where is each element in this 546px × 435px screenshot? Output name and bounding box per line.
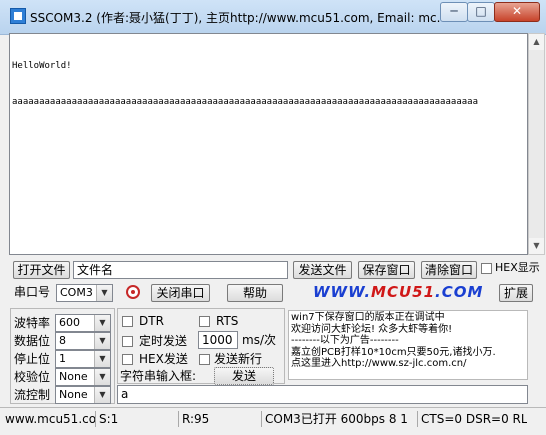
status-received-count: R:95: [178, 411, 261, 427]
window-title: SSCOM3.2 (作者:聂小猛(丁丁), 主页http://www.mcu51…: [30, 11, 440, 25]
send-newline-label: 发送新行: [214, 352, 263, 366]
dtr-label: DTR: [139, 314, 164, 328]
sscom-window: SSCOM3.2 (作者:聂小猛(丁丁), 主页http://www.mcu51…: [0, 0, 546, 435]
flow-control-select[interactable]: None ▼: [55, 386, 111, 404]
close-port-button[interactable]: 关闭串口: [151, 284, 210, 302]
chevron-down-icon[interactable]: ▼: [94, 351, 110, 367]
port-select-value: COM3: [60, 286, 93, 299]
status-site: www.mcu51.cor: [5, 412, 95, 426]
site-logo-brand: MCU51: [371, 283, 436, 301]
interval-unit-label: ms/次: [242, 333, 276, 347]
title-bar[interactable]: SSCOM3.2 (作者:聂小猛(丁丁), 主页http://www.mcu51…: [0, 0, 546, 35]
dtr-checkbox[interactable]: [122, 316, 133, 327]
flow-control-select-value: None: [59, 388, 88, 401]
send-button[interactable]: 发送: [214, 367, 274, 385]
port-select[interactable]: COM3 ▼: [56, 284, 113, 302]
chevron-down-icon[interactable]: ▼: [94, 387, 110, 403]
rts-label: RTS: [216, 314, 239, 328]
site-logo[interactable]: WWW.MCU51.COM: [313, 283, 483, 301]
status-bar: www.mcu51.cor S:1 R:95 COM3已打开 600bps 8 …: [0, 407, 546, 430]
ad-line[interactable]: 嘉立创PCB打样10*10cm只要50元,诸找小万.: [291, 347, 525, 359]
ad-line: --------以下为广告--------: [291, 335, 399, 346]
data-bits-label: 数据位: [14, 334, 51, 348]
port-status-icon: [126, 285, 140, 299]
data-bits-select-value: 8: [59, 334, 66, 347]
rts-checkbox[interactable]: [199, 316, 210, 327]
input-box-label: 字符串输入框:: [120, 369, 197, 383]
status-line-signals: CTS=0 DSR=0 RL: [417, 411, 527, 427]
site-logo-suffix: .COM: [435, 283, 484, 301]
hex-send-checkbox[interactable]: [122, 354, 133, 365]
receive-text-area[interactable]: HelloWorld! aaaaaaaaaaaaaaaaaaaaaaaaaaaa…: [9, 33, 528, 255]
minimize-button[interactable]: ─: [440, 2, 468, 22]
receive-scrollbar[interactable]: ▲ ▼: [528, 33, 545, 255]
scroll-up-icon[interactable]: ▲: [529, 34, 544, 50]
site-logo-prefix: WWW.: [313, 283, 372, 301]
scroll-down-icon[interactable]: ▼: [529, 238, 544, 254]
chevron-down-icon[interactable]: ▼: [94, 315, 110, 331]
app-icon: [10, 8, 26, 24]
ad-panel[interactable]: win7下保存窗口的版本正在调试中 欢迎访问大虾论坛! 众多大虾等着你! ---…: [288, 310, 528, 380]
baud-select-value: 600: [59, 316, 80, 329]
data-bits-select[interactable]: 8 ▼: [55, 332, 111, 350]
parity-select-value: None: [59, 370, 88, 383]
stop-bits-select-value: 1: [59, 352, 66, 365]
hex-send-label: HEX发送: [139, 352, 188, 366]
extend-button[interactable]: 扩展: [499, 284, 533, 302]
status-sent-count: S:1: [95, 411, 178, 427]
chevron-down-icon[interactable]: ▼: [96, 285, 112, 301]
help-button[interactable]: 帮助: [227, 284, 283, 302]
chevron-down-icon[interactable]: ▼: [94, 333, 110, 349]
receive-line: HelloWorld!: [12, 61, 72, 71]
send-interval-input[interactable]: 1000: [198, 331, 238, 349]
baud-select[interactable]: 600 ▼: [55, 314, 111, 332]
receive-line: aaaaaaaaaaaaaaaaaaaaaaaaaaaaaaaaaaaaaaaa…: [12, 97, 478, 107]
flow-control-label: 流控制: [14, 388, 51, 402]
open-file-button[interactable]: 打开文件: [13, 261, 70, 279]
close-button[interactable]: ✕: [494, 2, 540, 22]
ad-line: 欢迎访问大虾论坛! 众多大虾等着你!: [291, 323, 453, 335]
chevron-down-icon[interactable]: ▼: [94, 369, 110, 385]
timed-send-checkbox[interactable]: [122, 336, 133, 347]
save-window-button[interactable]: 保存窗口: [358, 261, 415, 279]
ad-link[interactable]: 点这里进入http://www.sz-jlc.com.cn/: [291, 358, 525, 370]
send-newline-checkbox[interactable]: [199, 354, 210, 365]
hex-display-label: HEX显示: [495, 261, 540, 274]
baud-label: 波特率: [14, 316, 51, 330]
stop-bits-select[interactable]: 1 ▼: [55, 350, 111, 368]
hex-display-checkbox[interactable]: [481, 263, 492, 274]
stop-bits-label: 停止位: [14, 352, 51, 366]
send-text-input[interactable]: a: [117, 385, 528, 404]
file-name-field[interactable]: 文件名: [73, 261, 288, 279]
parity-label: 校验位: [14, 370, 51, 384]
ad-line: win7下保存窗口的版本正在调试中: [291, 312, 445, 323]
maximize-button[interactable]: □: [467, 2, 495, 22]
parity-select[interactable]: None ▼: [55, 368, 111, 386]
timed-send-label: 定时发送: [139, 334, 188, 348]
send-file-button[interactable]: 发送文件: [293, 261, 352, 279]
status-port-info: COM3已打开 600bps 8 1: [261, 411, 417, 427]
clear-window-button[interactable]: 清除窗口: [421, 261, 477, 279]
port-label: 串口号: [14, 285, 51, 299]
